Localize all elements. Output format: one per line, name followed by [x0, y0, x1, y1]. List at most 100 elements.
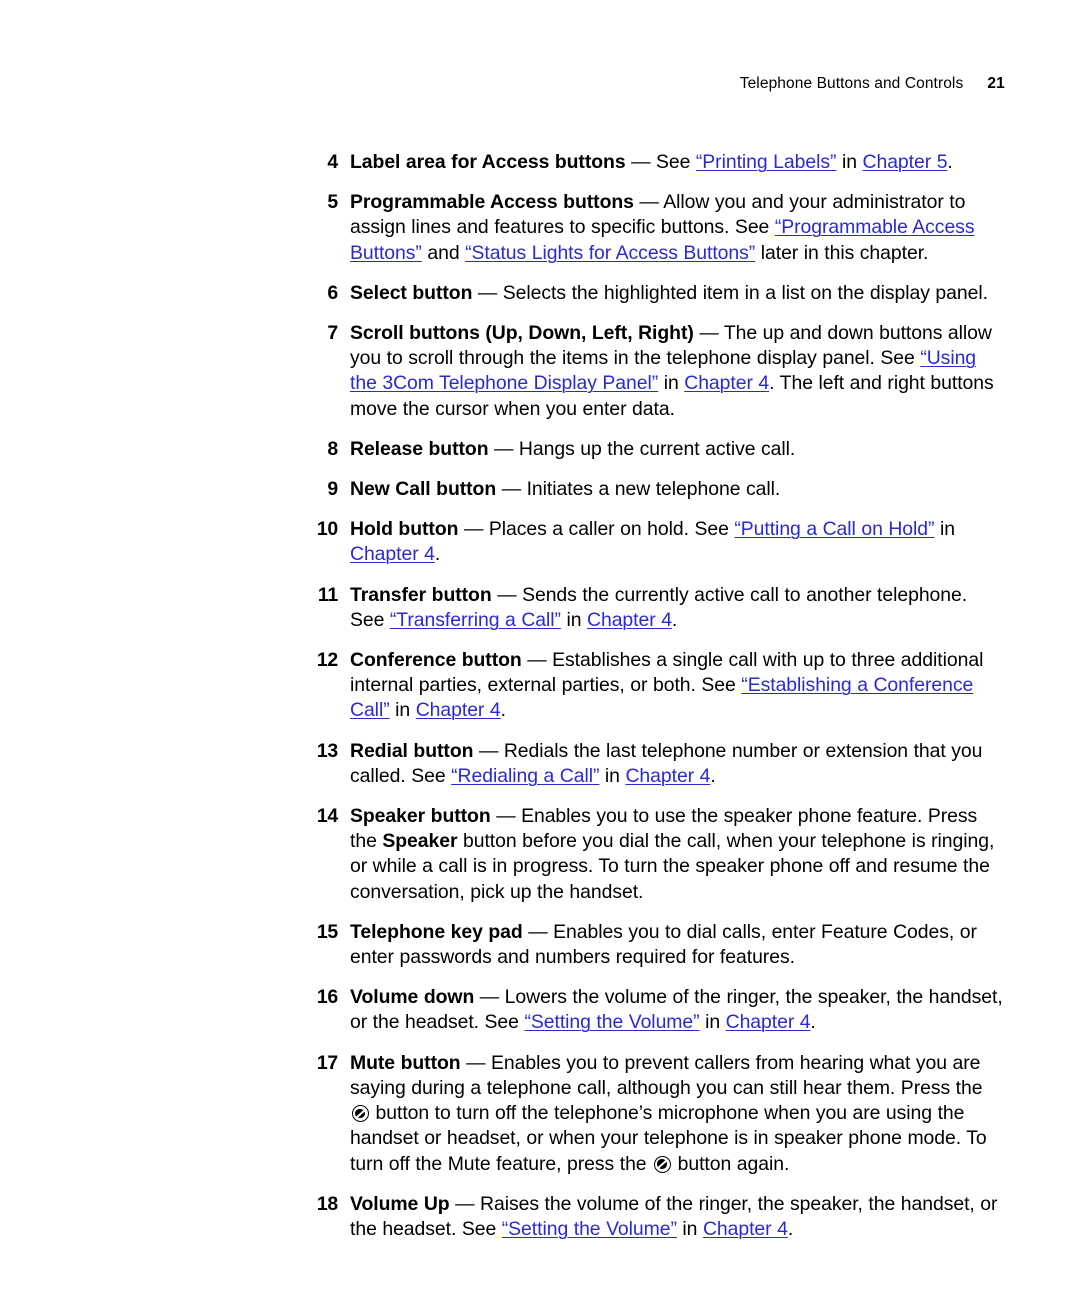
list-item-number: 4: [327, 151, 338, 173]
list-item-body: Speaker button — Enables you to use the …: [350, 805, 994, 903]
numbered-list: 4 Label area for Access buttons — See “Pr…: [306, 150, 1006, 1242]
list-item-term: Release button: [350, 437, 489, 460]
body-text-run: in: [699, 1011, 726, 1034]
list-item-body: Programmable Access buttons — Allow you …: [350, 191, 975, 264]
list-item-number: 16: [316, 986, 338, 1009]
list-item: 10 Hold button — Places a caller on hold.…: [306, 517, 1006, 567]
list-item-term: Transfer button: [350, 583, 492, 606]
cross-reference-link[interactable]: Chapter 4: [416, 699, 501, 721]
list-item-term: Volume Up: [350, 1192, 450, 1215]
list-item-body: Release button — Hangs up the current ac…: [350, 438, 795, 460]
em-dash-separator: —: [490, 805, 522, 828]
body-text-run: in: [560, 608, 588, 631]
list-item-number: 9: [327, 478, 338, 501]
em-dash-separator: —: [473, 739, 504, 762]
list-item-number: 18: [316, 1192, 338, 1215]
body-text-run: in: [599, 764, 626, 787]
cross-reference-link[interactable]: Chapter 5: [863, 151, 948, 173]
body-text-run: Initiates a new telephone call.: [526, 478, 781, 501]
list-item-number: 5: [327, 191, 338, 214]
list-item-body: Mute button — Enables you to prevent cal…: [350, 1052, 987, 1175]
cross-reference-link[interactable]: Chapter 4: [350, 543, 435, 565]
body-text-run: Selects the highlighted item in a list o…: [502, 281, 988, 304]
page-header-title: Telephone Buttons and Controls: [739, 75, 964, 92]
list-item: 6 Select button — Selects the highlighted…: [306, 281, 1006, 306]
cross-reference-link[interactable]: Chapter 4: [684, 372, 769, 394]
list-item: 14 Speaker button — Enables you to use th…: [306, 804, 1006, 905]
em-dash-separator: —: [633, 191, 664, 214]
list-item-number: 14: [316, 805, 338, 828]
cross-reference-link[interactable]: “Printing Labels”: [696, 151, 837, 173]
list-item-body: Redial button — Redials the last telepho…: [350, 740, 982, 787]
cross-reference-link[interactable]: Chapter 4: [703, 1218, 788, 1240]
body-text-run: .: [787, 1217, 794, 1240]
em-dash-separator: —: [491, 583, 523, 606]
cross-reference-link[interactable]: Chapter 4: [587, 609, 672, 631]
list-item: 5 Programmable Access buttons — Allow you…: [306, 190, 1006, 266]
body-text-run: See: [656, 151, 696, 173]
em-dash-separator: —: [472, 281, 503, 304]
list-item-term: Mute button: [350, 1051, 461, 1074]
list-item-body: Volume down — Lowers the volume of the r…: [350, 986, 1003, 1033]
list-item-body: Label area for Access buttons — See “Pri…: [350, 151, 953, 173]
cross-reference-link[interactable]: “Redialing a Call”: [451, 765, 599, 787]
page-running-header: Telephone Buttons and Controls 21: [0, 76, 1005, 92]
em-dash-separator: —: [522, 920, 554, 943]
em-dash-separator: —: [625, 151, 656, 173]
em-dash-separator: —: [693, 322, 724, 345]
list-item: 13 Redial button — Redials the last telep…: [306, 739, 1006, 789]
list-item: 7 Scroll buttons (Up, Down, Left, Right) …: [306, 321, 1006, 422]
body-text-run: .: [434, 543, 441, 566]
cross-reference-link[interactable]: “Setting the Volume”: [524, 1011, 699, 1033]
list-item: 16 Volume down — Lowers the volume of the…: [306, 985, 1006, 1035]
mute-icon: [653, 1155, 671, 1173]
list-item: 15 Telephone key pad — Enables you to dia…: [306, 920, 1006, 970]
list-item-body: Telephone key pad — Enables you to dial …: [350, 921, 977, 968]
list-item-number: 17: [316, 1051, 338, 1074]
list-item-body: Hold button — Places a caller on hold. S…: [350, 518, 955, 565]
body-text-run: in: [389, 699, 416, 722]
body-text-run: in: [658, 372, 685, 395]
list-item-number: 6: [327, 281, 338, 304]
list-item: 18 Volume Up — Raises the volume of the r…: [306, 1192, 1006, 1242]
mute-icon: [351, 1105, 369, 1123]
cross-reference-link[interactable]: Chapter 4: [726, 1011, 811, 1033]
body-text-run: .: [671, 608, 678, 631]
list-item-term: Telephone key pad: [350, 920, 523, 943]
inline-emphasis: Speaker: [382, 830, 458, 853]
list-item-number: 12: [316, 649, 338, 672]
list-item-body: Volume Up — Raises the volume of the rin…: [350, 1192, 998, 1240]
em-dash-separator: —: [474, 986, 505, 1009]
cross-reference-link[interactable]: Chapter 4: [625, 765, 710, 787]
list-item-body: Select button — Selects the highlighted …: [350, 282, 988, 304]
cross-reference-link[interactable]: “Status Lights for Access Buttons”: [465, 242, 755, 264]
list-item-term: Hold button: [350, 518, 459, 541]
list-item-term: Select button: [350, 281, 473, 304]
list-item: 12 Conference button — Establishes a sing…: [306, 648, 1006, 724]
list-item-term: Conference button: [350, 649, 522, 672]
cross-reference-link[interactable]: “Setting the Volume”: [502, 1218, 677, 1240]
list-item-number: 13: [316, 739, 338, 762]
body-text-run: in: [934, 518, 955, 541]
body-text-run: .: [810, 1011, 816, 1034]
list-item-term: Scroll buttons (Up, Down, Left, Right): [350, 322, 694, 345]
em-dash-separator: —: [458, 518, 489, 541]
list-item-term: Label area for Access buttons: [350, 151, 626, 173]
body-text-run: button again.: [672, 1152, 790, 1175]
list-item-number: 10: [316, 518, 338, 541]
body-text-run: in: [836, 151, 863, 173]
list-item-term: Speaker button: [350, 805, 491, 828]
list-item: 17 Mute button — Enables you to prevent c…: [306, 1051, 1006, 1177]
list-item-term: Volume down: [350, 986, 475, 1009]
em-dash-separator: —: [488, 437, 519, 460]
cross-reference-link[interactable]: “Transferring a Call”: [390, 609, 561, 631]
list-item: 4 Label area for Access buttons — See “Pr…: [306, 150, 1006, 175]
cross-reference-link[interactable]: “Putting a Call on Hold”: [734, 518, 934, 540]
body-text-run: .: [710, 764, 716, 787]
body-text-run: in: [676, 1217, 703, 1240]
em-dash-separator: —: [496, 478, 527, 501]
list-item-term: Redial button: [350, 739, 474, 762]
body-text-run: .: [500, 699, 506, 722]
page-number: 21: [987, 75, 1005, 92]
list-item: 9 New Call button — Initiates a new telep…: [306, 477, 1006, 502]
